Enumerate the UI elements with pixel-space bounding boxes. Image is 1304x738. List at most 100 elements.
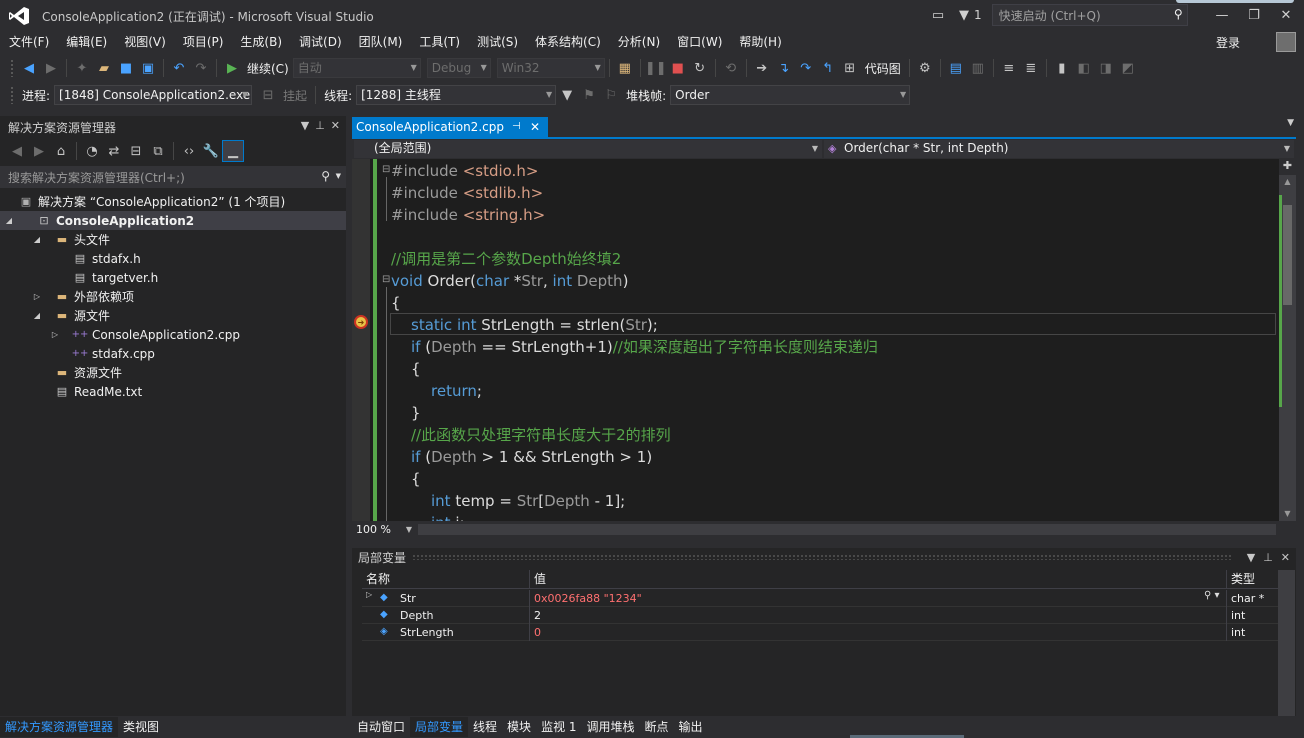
window-position-icon[interactable]: ▼ [1247,548,1255,568]
column-name[interactable]: 名称 [362,570,530,589]
scrollbar-thumb[interactable] [1283,205,1292,305]
flag-all-icon[interactable]: ⚐ [601,85,621,105]
menu-debug[interactable]: 调试(D) [290,31,350,53]
prev-bookmark-icon[interactable]: ◧ [1074,58,1094,78]
tab-modules[interactable]: 模块 [502,717,536,737]
tab-call-stack[interactable]: 调用堆栈 [582,717,640,737]
menu-view[interactable]: 视图(V) [115,31,174,53]
menu-analyze[interactable]: 分析(N) [609,31,668,53]
pin-icon[interactable]: ⊣ [512,117,521,137]
suspend-icon[interactable]: ⊟ [258,85,278,105]
menu-test[interactable]: 测试(S) [468,31,526,53]
close-tab-icon[interactable]: ✕ [530,117,540,137]
scroll-up-icon[interactable]: ▲ [1279,177,1296,186]
stack-frame-select[interactable]: Order ▼ [670,85,911,105]
menu-project[interactable]: 项目(P) [174,31,232,53]
decrease-indent-icon[interactable]: ≡ [999,58,1019,78]
open-file-icon[interactable]: ▰ [94,58,114,78]
menu-tools[interactable]: 工具(T) [410,31,468,53]
redo-icon[interactable]: ↷ [191,58,211,78]
increase-indent-icon[interactable]: ≣ [1021,58,1041,78]
collapse-icon[interactable]: ◢ [32,235,42,244]
tab-list-dropdown-icon[interactable]: ▼ [1287,118,1294,128]
show-next-statement-icon[interactable]: ➔ [752,58,772,78]
collapse-icon[interactable]: ◢ [4,216,14,225]
step-into-icon[interactable]: ↴ [774,58,794,78]
menu-team[interactable]: 团队(M) [350,31,411,53]
properties-icon[interactable]: 🔧 [201,141,221,161]
preview-selected-icon[interactable]: ▁ [222,140,244,162]
uncomment-icon[interactable]: ▥ [968,58,988,78]
outline-collapse-icon[interactable]: ⊟ [382,164,390,175]
expand-icon[interactable]: ▷ [32,292,42,301]
view-code-icon[interactable]: ‹› [179,141,199,161]
menu-file[interactable]: 文件(F) [0,31,57,53]
comment-icon[interactable]: ▤ [946,58,966,78]
close-icon[interactable]: ✕ [331,119,340,132]
tree-item-folder[interactable]: ▷ ▬ 外部依赖项 [0,287,346,306]
breakpoint-current-statement-icon[interactable]: ➜ [354,315,368,329]
table-row[interactable]: ◆ Depth 2 int [362,607,1278,624]
column-type[interactable]: 类型 [1227,570,1278,589]
editor-vertical-scrollbar[interactable]: ▲ ▼ [1279,159,1296,521]
tree-item-file[interactable]: ▤ ReadMe.txt [0,382,346,401]
function-select[interactable]: ◈ Order(char * Str, int Depth) ▼ [824,140,1294,158]
sign-in-link[interactable]: 登录 [1216,34,1240,51]
step-over-icon[interactable]: ↷ [796,58,816,78]
tree-item-folder[interactable]: ◢ ▬ 源文件 [0,306,346,325]
close-button[interactable]: ✕ [1270,4,1302,26]
tab-solution-explorer[interactable]: 解决方案资源管理器 [0,717,119,737]
expand-icon[interactable]: ▷ [50,330,60,339]
column-value[interactable]: 值 [530,570,1227,589]
process-select[interactable]: [1848] ConsoleApplication2.exe ▼ [54,85,253,105]
tree-item-folder[interactable]: ▬ 资源文件 [0,363,346,382]
split-window-icon[interactable]: ✚ [1279,159,1296,175]
tab-watch-1[interactable]: 监视 1 [536,717,581,737]
tree-item-file[interactable]: ▤ stdafx.h [0,249,346,268]
tab-output[interactable]: 输出 [674,717,708,737]
zoom-select[interactable]: 100 % ▼ [354,522,414,538]
avatar[interactable] [1276,32,1296,52]
break-all-icon[interactable]: ❚❚ [645,58,667,78]
code-map-button[interactable]: 代码图 [865,60,901,77]
solution-config-auto[interactable]: 自动 ▼ [292,58,421,78]
tab-threads[interactable]: 线程 [468,717,502,737]
menu-window[interactable]: 窗口(W) [668,31,730,53]
menu-help[interactable]: 帮助(H) [730,31,789,53]
stop-debugging-icon[interactable]: ■ [668,58,688,78]
forward-icon[interactable]: ▶ [29,141,49,161]
tab-autos[interactable]: 自动窗口 [352,717,410,737]
thread-filter-icon[interactable]: ▼ [557,85,577,105]
back-icon[interactable]: ◀ [7,141,27,161]
quick-launch-input[interactable]: 快速启动 (Ctrl+Q) ⚲ [991,4,1188,26]
tab-class-view[interactable]: 类视图 [118,717,164,737]
tree-item-folder[interactable]: ◢ ▬ 头文件 [0,230,346,249]
new-project-icon[interactable]: ✦ [72,58,92,78]
tab-breakpoints[interactable]: 断点 [640,717,674,737]
continue-button[interactable]: 继续(C) [247,60,289,77]
apply-code-changes-icon[interactable]: ⟲ [721,58,741,78]
collapse-all-icon[interactable]: ⊟ [126,141,146,161]
collapse-icon[interactable]: ◢ [32,311,42,320]
code-map-icon[interactable]: ⊞ [840,58,860,78]
hex-display-icon[interactable]: ⚙ [915,58,935,78]
sync-icon[interactable]: ⇄ [104,141,124,161]
tab-locals[interactable]: 局部变量 [410,717,469,737]
outline-collapse-icon[interactable]: ⊟ [382,274,390,285]
editor-horizontal-scrollbar[interactable] [418,524,1276,535]
solution-platform[interactable]: Win32 ▼ [496,58,605,78]
window-position-icon[interactable]: ▼ [301,119,309,132]
step-out-icon[interactable]: ↰ [818,58,838,78]
solution-configuration[interactable]: Debug ▼ [426,58,491,78]
tree-item-file[interactable]: ++ stdafx.cpp [0,344,346,363]
menu-edit[interactable]: 编辑(E) [57,31,115,53]
table-row[interactable]: ◈ StrLength 0 int [362,624,1278,641]
navigate-forward-icon[interactable]: ▶ [41,58,61,78]
attach-process-icon[interactable]: ▦ [615,58,635,78]
code-editor[interactable]: ➜ ⊟ ⊟ #include <stdio.h> #include <stdli… [352,159,1279,521]
search-options-icon[interactable]: ▼ [336,172,341,180]
tree-item-solution[interactable]: ▣ 解决方案 “ConsoleApplication2” (1 个项目) [0,192,346,211]
expand-icon[interactable]: ▷ [366,590,372,599]
text-visualizer-icon[interactable]: ⚲ ▾ [1204,590,1220,601]
tree-item-project[interactable]: ◢ ⊡ ConsoleApplication2 [0,211,346,230]
